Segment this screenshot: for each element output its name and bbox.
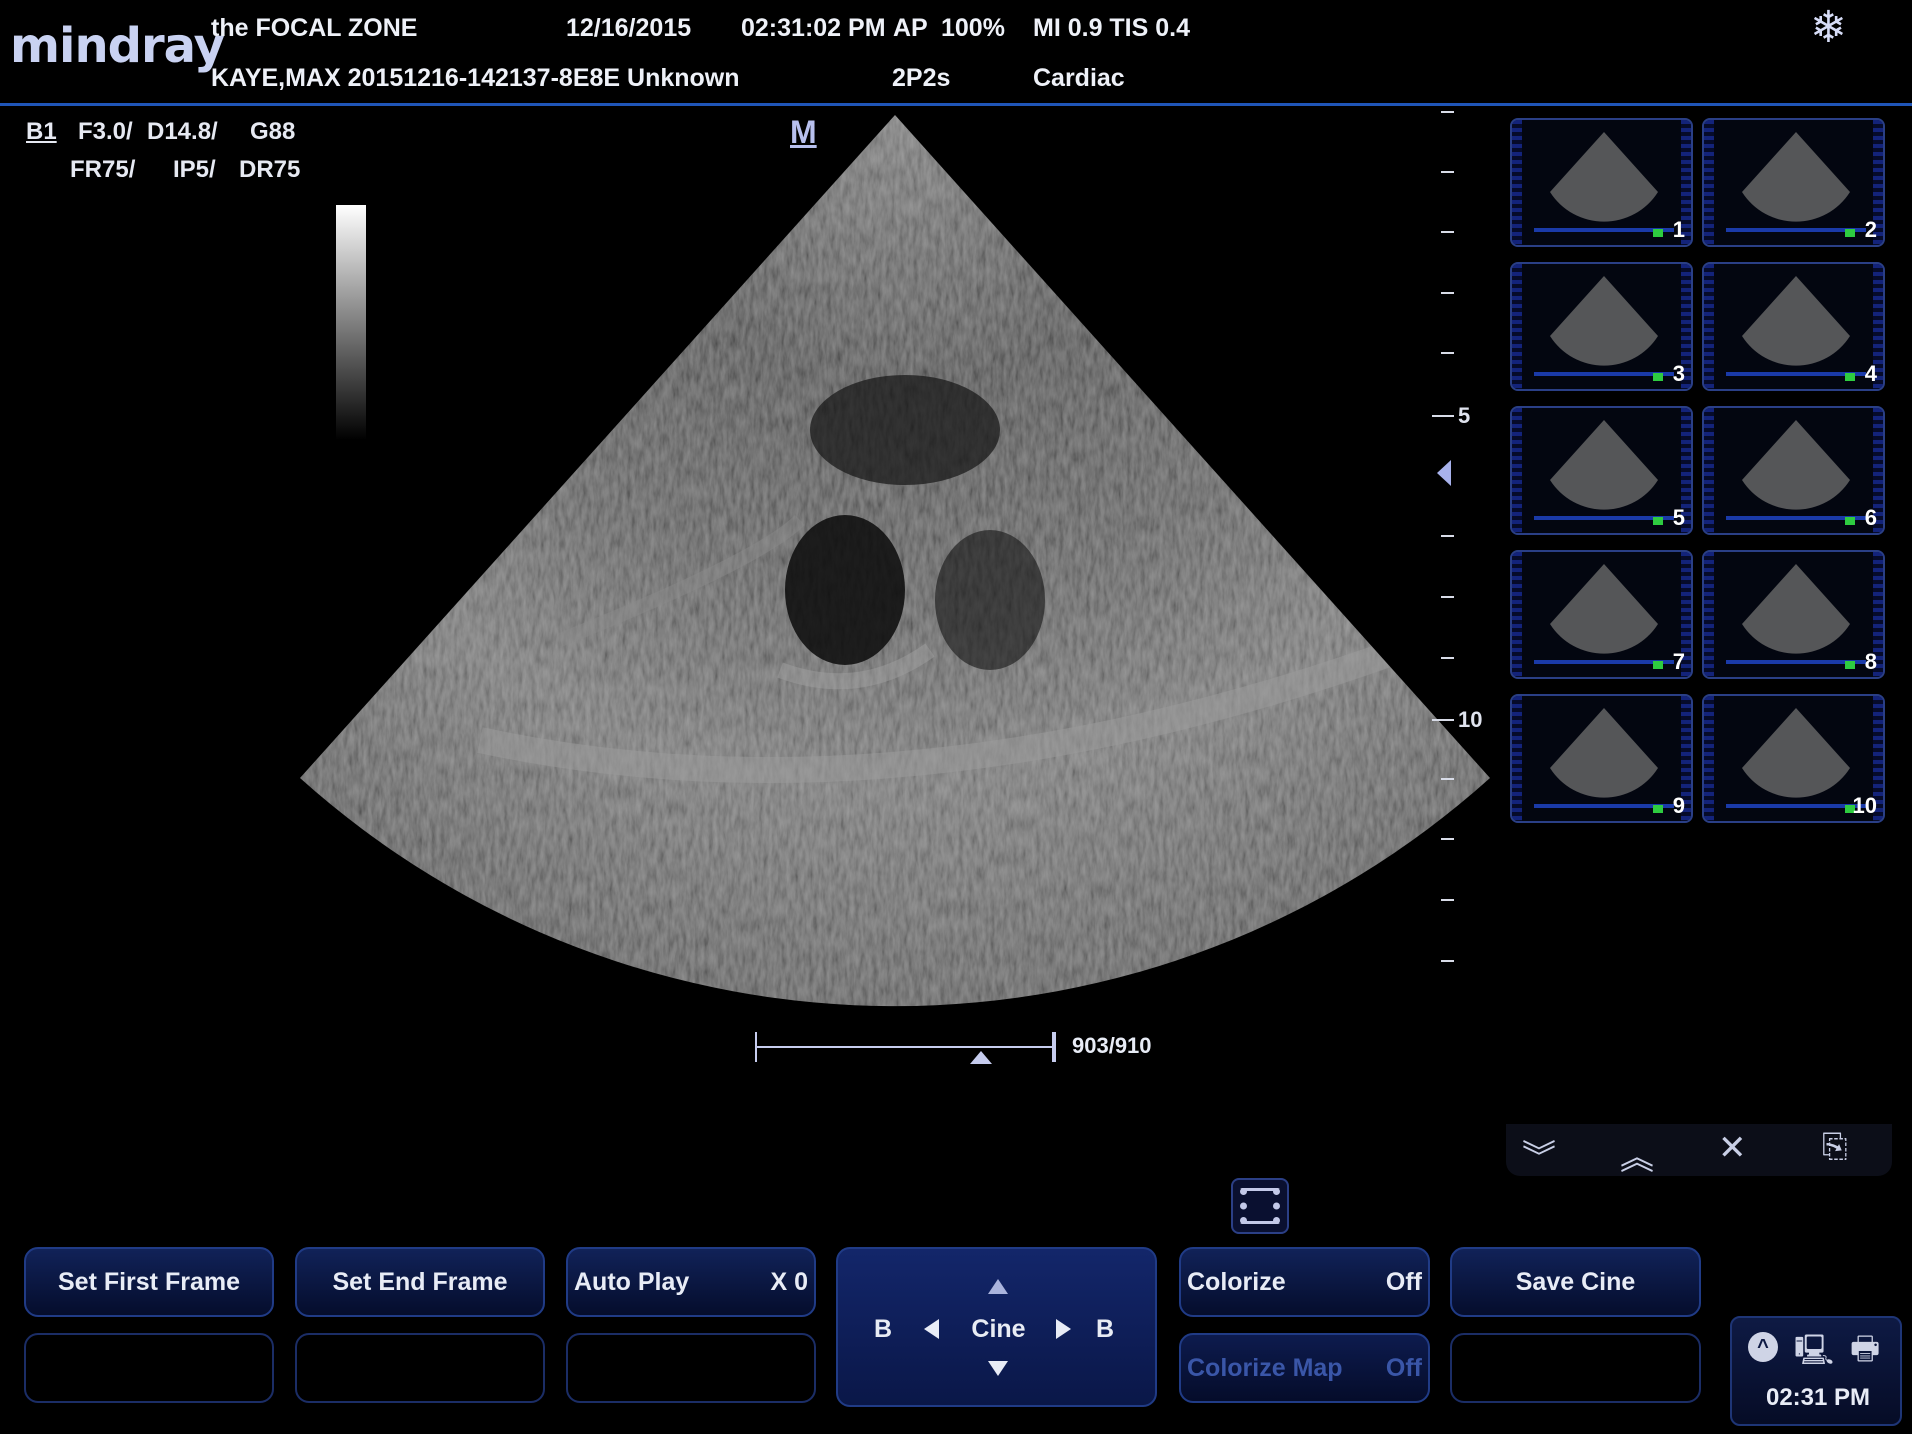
thumbnail-number: 5 <box>1672 505 1685 530</box>
cine-position-icon[interactable] <box>970 1051 992 1064</box>
depth-tick <box>1441 292 1454 294</box>
send-icon[interactable]: ⎘ <box>1822 1128 1848 1166</box>
thumbnail-9[interactable]: 9 <box>1510 694 1693 823</box>
status-tray: ^ 🖳 🖶 02:31 PM <box>1730 1316 1902 1426</box>
depth-tick <box>1441 535 1454 537</box>
colorize-map-button[interactable]: Colorize Map Off <box>1179 1333 1430 1403</box>
set-first-frame-button[interactable]: Set First Frame <box>24 1247 274 1317</box>
arrow-right-icon[interactable] <box>1056 1319 1071 1339</box>
thumbnail-5[interactable]: 5 <box>1510 406 1693 535</box>
colorize-map-value: Off <box>1385 1353 1422 1382</box>
frame-counter: 903/910 <box>1072 1033 1152 1058</box>
colorize-value: Off <box>1385 1267 1422 1296</box>
arrow-down-icon[interactable] <box>988 1361 1008 1376</box>
depth-tick <box>1441 960 1454 962</box>
depth-tick <box>1441 111 1454 113</box>
thumbnail-number: 7 <box>1672 649 1685 674</box>
thumbnail-number: 8 <box>1864 649 1877 674</box>
page-up-icon[interactable]: ︽ <box>1620 1130 1654 1179</box>
set-end-frame-button[interactable]: Set End Frame <box>295 1247 545 1317</box>
thumbnail-2[interactable]: 2 <box>1702 118 1885 247</box>
empty-menu-slot <box>1450 1333 1701 1403</box>
colorize-label: Colorize <box>1187 1267 1286 1296</box>
thumbnail-7[interactable]: 7 <box>1510 550 1693 679</box>
thumbnail-number: 1 <box>1672 217 1685 242</box>
thumbnail-4[interactable]: 4 <box>1702 262 1885 391</box>
thumbnail-3[interactable]: 3 <box>1510 262 1693 391</box>
thumbnail-number: 3 <box>1672 361 1685 386</box>
cine-control-pad[interactable]: B Cine B <box>836 1247 1157 1407</box>
delete-icon[interactable]: ✕ <box>1718 1128 1747 1168</box>
cine-start-marker <box>755 1032 757 1062</box>
network-icon[interactable]: 🖳 <box>1794 1328 1834 1379</box>
depth-tick <box>1441 231 1454 233</box>
depth-tick-major <box>1432 415 1454 417</box>
depth-label-5: 5 <box>1458 403 1471 428</box>
thumbnail-number: 9 <box>1672 793 1685 818</box>
depth-label-10: 10 <box>1458 707 1483 732</box>
depth-tick <box>1441 838 1454 840</box>
thumbnail-toolbar: ︾ ︽ ✕ ⎘ <box>1506 1124 1892 1179</box>
thumbnail-number: 10 <box>1852 793 1877 818</box>
depth-tick <box>1441 596 1454 598</box>
depth-tick <box>1441 657 1454 659</box>
thumbnail-number: 4 <box>1864 361 1877 386</box>
page-down-icon[interactable]: ︾ <box>1522 1130 1556 1179</box>
depth-tick <box>1441 352 1454 354</box>
cine-progress-track[interactable] <box>756 1046 1056 1048</box>
thumbnail-8[interactable]: 8 <box>1702 550 1885 679</box>
focus-marker-icon[interactable] <box>1437 460 1451 486</box>
colorize-map-label: Colorize Map <box>1187 1353 1343 1382</box>
depth-tick <box>1441 778 1454 780</box>
system-clock: 02:31 PM <box>1765 1384 1871 1411</box>
thumbnail-number: 6 <box>1864 505 1877 530</box>
eject-icon[interactable]: ^ <box>1748 1332 1778 1362</box>
empty-menu-slot <box>295 1333 545 1403</box>
depth-tick <box>1441 171 1454 173</box>
cine-right-label: B <box>1096 1315 1115 1343</box>
auto-play-label: Auto Play <box>574 1267 690 1296</box>
empty-menu-slot <box>24 1333 274 1403</box>
thumbnail-6[interactable]: 6 <box>1702 406 1885 535</box>
depth-tick-major <box>1432 719 1454 721</box>
cine-film-icon[interactable] <box>1231 1178 1289 1234</box>
cine-end-marker <box>1052 1032 1056 1062</box>
depth-tick <box>1441 899 1454 901</box>
empty-menu-slot <box>566 1333 816 1403</box>
save-cine-button[interactable]: Save Cine <box>1450 1247 1701 1317</box>
auto-play-value: X 0 <box>770 1267 808 1296</box>
thumbnail-10[interactable]: 10 <box>1702 694 1885 823</box>
arrow-up-icon[interactable] <box>988 1279 1008 1294</box>
printer-icon[interactable]: 🖶 <box>1850 1326 1880 1380</box>
thumbnail-1[interactable]: 1 <box>1510 118 1693 247</box>
colorize-button[interactable]: Colorize Off <box>1179 1247 1430 1317</box>
thumbnail-number: 2 <box>1864 217 1877 242</box>
auto-play-button[interactable]: Auto Play X 0 <box>566 1247 816 1317</box>
